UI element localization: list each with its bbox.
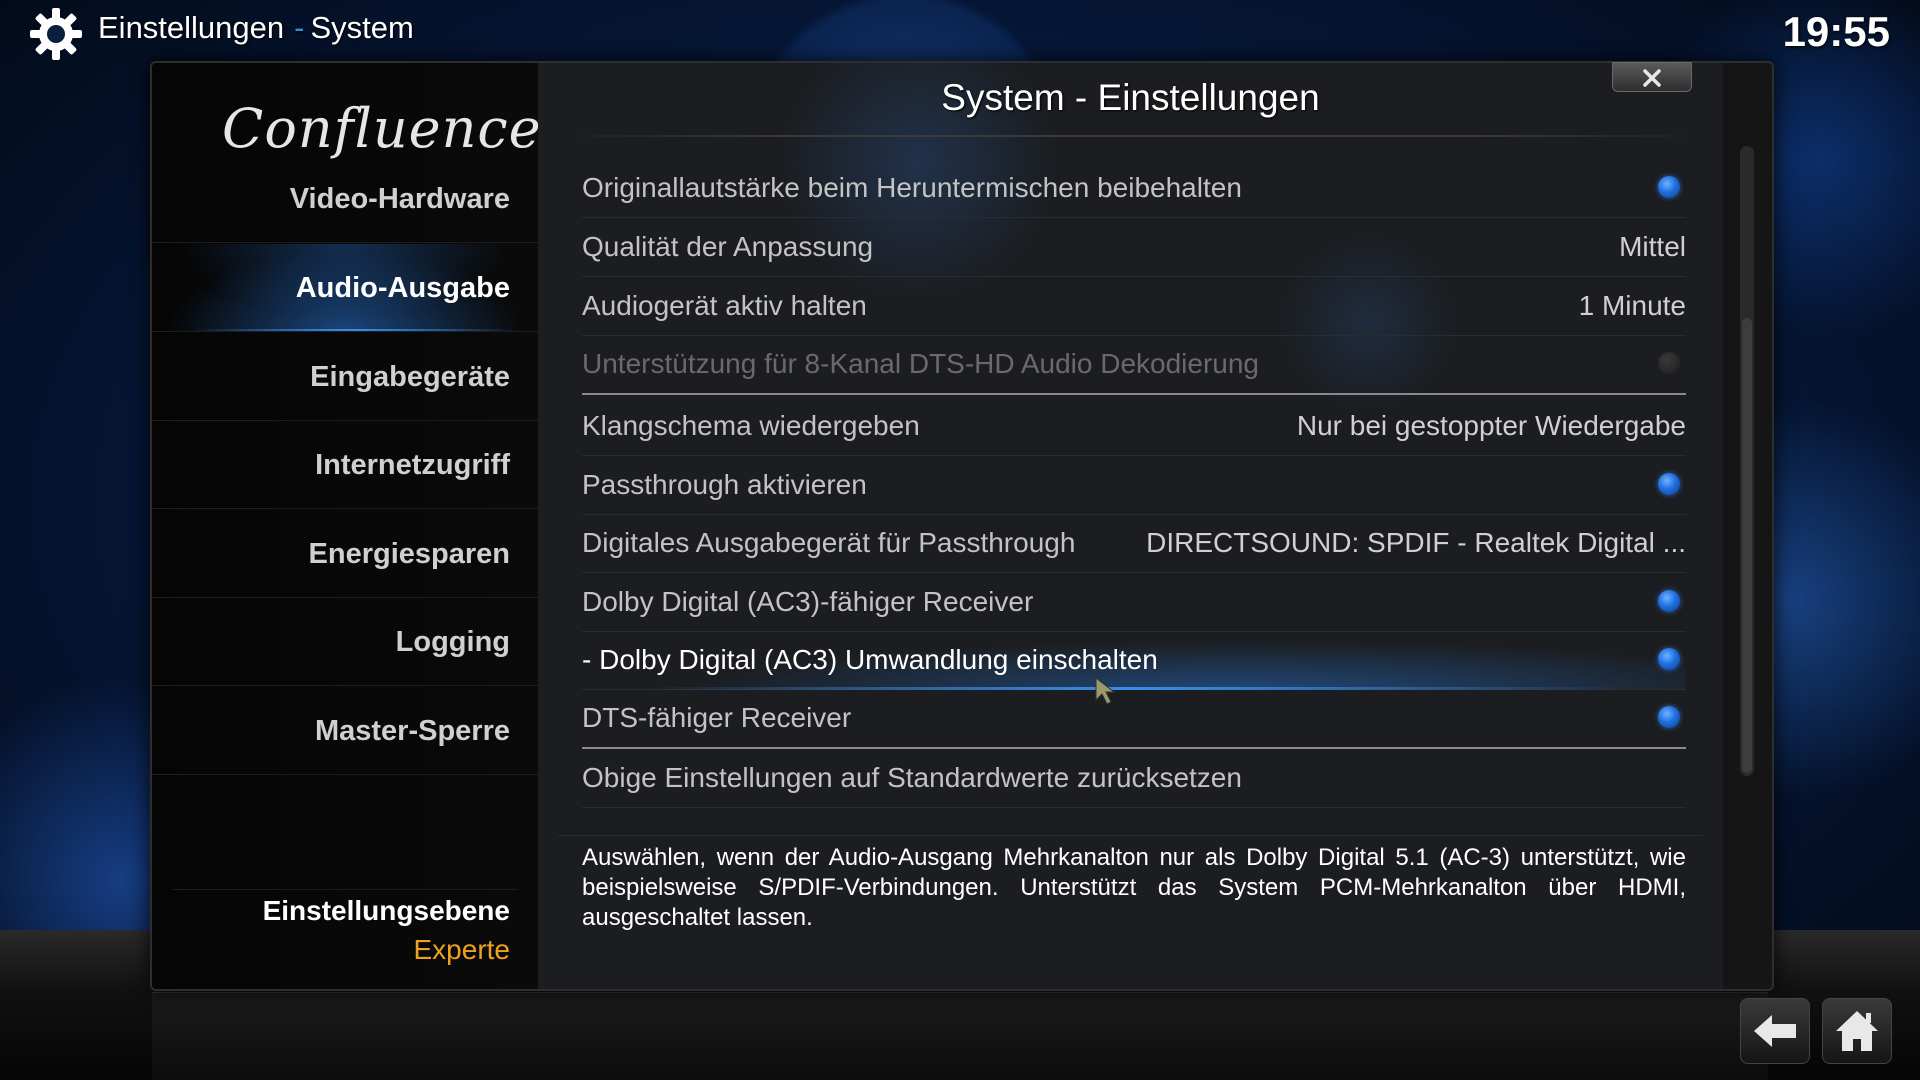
setting-label: Qualität der Anpassung (582, 231, 874, 262)
setting-row-passthrough[interactable]: Passthrough aktivieren (582, 456, 1686, 515)
breadcrumb: Einstellungen - System (98, 10, 414, 46)
setting-value: Mittel (1619, 231, 1686, 262)
setting-label: Obige Einstellungen auf Standardwerte zu… (582, 762, 1242, 793)
breadcrumb-subsection: System (310, 10, 414, 45)
scrollbar-thumb[interactable] (1742, 318, 1752, 773)
setting-row-dts-receiver[interactable]: DTS-fähiger Receiver (582, 689, 1686, 749)
toggle-on-icon[interactable] (1658, 176, 1680, 198)
page-title: System - Einstellungen (941, 77, 1320, 118)
sidebar-item-label: Internetzugriff (315, 449, 510, 481)
back-arrow-icon (1754, 1015, 1796, 1047)
toggle-on-icon[interactable] (1658, 706, 1680, 728)
sidebar-item-label: Master-Sperre (314, 715, 510, 747)
setting-label: DTS-fähiger Receiver (582, 702, 852, 733)
sidebar-item-label: Video-Hardware (289, 183, 510, 215)
setting-label: Originallautstärke beim Heruntermischen … (582, 172, 1242, 203)
sidebar-item-internetzugriff[interactable]: Internetzugriff (152, 421, 538, 509)
settings-level-button[interactable]: Einstellungsebene (263, 895, 510, 927)
sidebar-item-label: Energiesparen (308, 538, 510, 570)
setting-description: Auswählen, wenn der Audio-Ausgang Mehrka… (582, 844, 1686, 931)
setting-value: 1 Minute (1578, 290, 1686, 321)
setting-row-resample-quality[interactable]: Qualität der Anpassung Mittel (582, 218, 1686, 277)
settings-level-value: Experte (413, 934, 511, 965)
close-icon (1643, 69, 1661, 87)
settings-dialog: Confluence Video-Hardware Audio-Ausgabe … (150, 61, 1774, 991)
reset-defaults-button[interactable]: Obige Einstellungen auf Standardwerte zu… (582, 749, 1686, 808)
gear-icon (30, 8, 82, 60)
sidebar-item-video-hardware[interactable]: Video-Hardware (152, 155, 538, 243)
setting-row-keep-volume[interactable]: Originallautstärke beim Heruntermischen … (582, 159, 1686, 218)
divider (558, 135, 1703, 137)
toggle-on-icon[interactable] (1658, 648, 1680, 670)
kodi-screen: Einstellungen - System 19:55 Confluence Vi… (0, 0, 1920, 1080)
sidebar-item-master-sperre[interactable]: Master-Sperre (152, 687, 538, 775)
setting-label: Audiogerät aktiv halten (582, 290, 867, 321)
setting-row-passthrough-device[interactable]: Digitales Ausgabegerät für Passthrough D… (582, 514, 1686, 573)
setting-value: Nur bei gestoppter Wiedergabe (1296, 410, 1686, 441)
setting-row-ac3-receiver[interactable]: Dolby Digital (AC3)-fähiger Receiver (582, 573, 1686, 632)
sidebar: Confluence Video-Hardware Audio-Ausgabe … (152, 63, 541, 989)
sidebar-item-logging[interactable]: Logging (152, 598, 538, 686)
setting-row-ac3-transcode[interactable]: - Dolby Digital (AC3) Umwandlung einscha… (582, 631, 1686, 690)
toggle-on-icon[interactable] (1658, 590, 1680, 612)
breadcrumb-section: Einstellungen (98, 10, 285, 45)
toggle-off-icon (1658, 352, 1680, 374)
setting-label: Digitales Ausgabegerät für Passthrough (582, 527, 1076, 558)
back-button[interactable] (1740, 998, 1810, 1064)
breadcrumb-separator: - (294, 10, 305, 45)
sidebar-item-energiesparen[interactable]: Energiesparen (152, 510, 538, 598)
setting-row-keep-device-alive[interactable]: Audiogerät aktiv halten 1 Minute (582, 277, 1686, 336)
sidebar-item-label: Eingabegeräte (310, 361, 510, 393)
setting-label: - Dolby Digital (AC3) Umwandlung einscha… (582, 644, 1158, 675)
setting-label: Dolby Digital (AC3)-fähiger Receiver (582, 586, 1034, 617)
setting-row-dts-hd: Unterstützung für 8-Kanal DTS-HD Audio D… (582, 335, 1686, 395)
toggle-on-icon[interactable] (1658, 473, 1680, 495)
sidebar-item-audio-ausgabe[interactable]: Audio-Ausgabe (152, 244, 538, 332)
mouse-cursor-icon (1095, 676, 1116, 705)
clock: 19:55 (1782, 8, 1890, 55)
setting-row-gui-sounds[interactable]: Klangschema wiedergeben Nur bei gestoppt… (582, 397, 1686, 456)
close-button[interactable] (1612, 62, 1692, 92)
setting-label: Klangschema wiedergeben (582, 410, 920, 441)
setting-value: DIRECTSOUND: SPDIF - Realtek Digital ... (1146, 527, 1686, 558)
settings-content: System - Einstellungen Originallautstärk… (538, 63, 1723, 989)
home-icon (1836, 1011, 1878, 1051)
divider (558, 835, 1703, 836)
divider (172, 889, 518, 890)
sidebar-item-label: Audio-Ausgabe (295, 272, 510, 304)
sidebar-item-label: Logging (395, 626, 510, 658)
sidebar-item-eingabegeraete[interactable]: Eingabegeräte (152, 333, 538, 421)
setting-label: Passthrough aktivieren (582, 469, 867, 500)
bottom-panel (152, 992, 1768, 1080)
home-button[interactable] (1822, 998, 1892, 1064)
setting-label: Unterstützung für 8-Kanal DTS-HD Audio D… (582, 348, 1260, 379)
